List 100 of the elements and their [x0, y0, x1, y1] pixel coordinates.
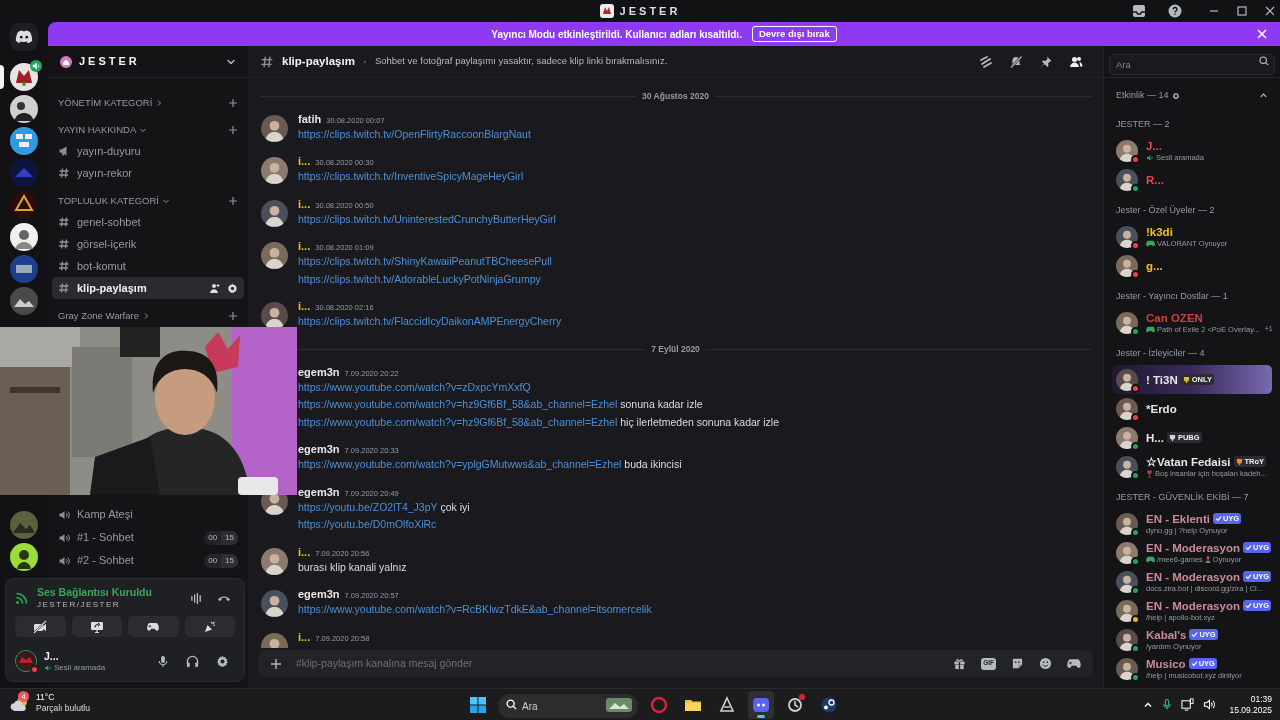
members-icon[interactable] — [1069, 54, 1083, 69]
speaker-icon — [1146, 153, 1154, 162]
server-icon[interactable] — [10, 191, 38, 219]
category-label[interactable]: YÖNETİM KATEGORİ — [58, 95, 153, 111]
author-name[interactable]: egem3n — [298, 586, 340, 603]
network-icon[interactable] — [1181, 698, 1195, 711]
voice-channel[interactable]: Kamp Ateşi — [52, 503, 244, 526]
author-name[interactable]: egem3n — [298, 363, 340, 380]
link[interactable]: https://clips.twitch.tv/OpenFlirtyRaccoonBlargNaut — [298, 125, 531, 144]
microphone-icon[interactable] — [1162, 698, 1173, 711]
server-icon[interactable] — [10, 543, 38, 571]
section-header: JESTER — 2 — [1115, 118, 1171, 131]
plus-icon[interactable] — [228, 196, 238, 206]
member-name: Musico — [1146, 656, 1186, 671]
link[interactable]: https://clips.twitch.tv/UninterestedCrunchyButterHeyGirl — [298, 210, 556, 229]
author-name[interactable]: fatih — [298, 110, 322, 128]
screen-share-button[interactable] — [71, 616, 122, 637]
soundboard-icon[interactable] — [190, 591, 203, 605]
close-icon[interactable] — [1264, 5, 1276, 17]
start-icon[interactable] — [469, 695, 487, 714]
settings-icon[interactable] — [227, 282, 238, 294]
activity-icon — [202, 619, 217, 634]
gift-icon[interactable] — [953, 657, 967, 670]
count-label: 15 — [221, 553, 238, 568]
add-member-icon[interactable] — [209, 282, 220, 294]
category-label[interactable]: Gray Zone Warfare — [58, 308, 139, 324]
server-icon[interactable] — [10, 255, 38, 283]
link[interactable]: https://clips.twitch.tv/FlaccidIcyDaikonAMPEnergyCherry — [298, 313, 562, 331]
link[interactable]: https://www.youtube.com/watch?v=hz9Gf6Bf_58&ab_channel=Ezhel — [298, 396, 618, 414]
plus-icon[interactable] — [228, 98, 238, 108]
author-name[interactable]: i... — [298, 298, 311, 315]
plus-icon[interactable] — [228, 311, 238, 321]
author-name[interactable]: i... — [298, 195, 311, 213]
server-icon[interactable] — [10, 287, 38, 315]
link[interactable]: https://www.youtube.com/watch?v=zDxpcYmXxfQ — [298, 378, 531, 396]
author-name[interactable]: egem3n — [298, 483, 340, 500]
count-label: 15 — [221, 530, 238, 545]
author-name[interactable]: i... — [298, 238, 311, 255]
chevron-up-icon[interactable] — [1259, 91, 1268, 100]
link[interactable]: https://www.youtube.com/watch?v=RcBKlwzTdkE&ab_channel=itsomercelik — [298, 601, 652, 619]
author-name[interactable]: i... — [298, 153, 311, 170]
member-row[interactable]: g... — [1112, 251, 1272, 280]
channel-item[interactable]: genel-sohbet — [52, 211, 244, 233]
channel-item[interactable]: bot-komut — [52, 255, 244, 277]
author-name[interactable]: egem3n — [298, 441, 340, 458]
activity-button[interactable] — [184, 616, 235, 637]
help-icon[interactable] — [1168, 4, 1182, 18]
server-icon[interactable] — [10, 223, 38, 251]
member-row[interactable]: *Erdo — [1112, 394, 1272, 423]
category-label[interactable]: TOPLULUK KATEGORİ — [58, 193, 159, 209]
channel-item[interactable]: yayın-duyuru — [52, 140, 244, 162]
author-name[interactable]: i... — [298, 628, 311, 645]
server-icon[interactable] — [10, 95, 38, 123]
plus-icon[interactable] — [228, 125, 238, 135]
volume-icon[interactable] — [1203, 698, 1217, 711]
mute-bell-icon[interactable] — [1009, 54, 1023, 69]
disable-button[interactable]: Devre dışı bırak — [751, 26, 837, 42]
taskbar-app[interactable] — [748, 690, 774, 719]
server-icon[interactable] — [10, 127, 38, 155]
link[interactable]: https://clips.twitch.tv/AdorableLuckyPotNinjaGrumpy — [298, 270, 541, 289]
channel-item[interactable]: görsel-içerik — [52, 233, 244, 255]
voice-location[interactable]: JESTER/JESTER — [37, 599, 182, 610]
settings-icon[interactable] — [216, 654, 229, 668]
link[interactable]: https://youtu.be/ZO2lT4_J3pY — [298, 498, 438, 516]
username[interactable]: J... — [44, 649, 150, 663]
sticker-icon[interactable] — [1011, 657, 1024, 670]
headphones-icon[interactable] — [186, 654, 199, 668]
link[interactable]: https://clips.twitch.tv/InventiveSpicyMageHeyGirl — [298, 168, 524, 186]
link[interactable]: https://www.youtube.com/watch?v=yplgGMutwws&ab_channel=Ezhel — [298, 456, 622, 474]
pin-icon[interactable] — [1039, 54, 1053, 69]
link[interactable]: https://clips.twitch.tv/ShinyKawaiiPeanutTBCheesePull — [298, 253, 552, 271]
maximize-icon[interactable] — [1236, 5, 1248, 17]
avatar — [16, 651, 36, 671]
inbox-icon[interactable] — [1132, 4, 1146, 18]
channel-item[interactable]: klip-paylaşım — [52, 277, 244, 299]
avatar — [1116, 397, 1138, 420]
connection-status[interactable]: Ses Bağlantısı Kuruldu — [37, 586, 182, 599]
link[interactable]: https://www.youtube.com/watch?v=hz9Gf6Bf_58&ab_channel=Ezhel — [298, 413, 618, 431]
camera-off-button[interactable] — [15, 616, 66, 637]
gamepad-icon[interactable] — [1067, 657, 1081, 670]
settings-icon[interactable] — [1171, 91, 1180, 100]
voice-channel[interactable]: #1 - Sohbet 00 15 — [52, 526, 244, 549]
clock[interactable]: 01:39 15.09.2025 — [1229, 693, 1272, 716]
message-input[interactable]: #klip-paylaşım kanalına mesaj gönder — [296, 655, 940, 672]
threads-icon[interactable] — [979, 54, 993, 69]
server-icon[interactable] — [10, 63, 38, 91]
gamepad-button[interactable] — [128, 616, 179, 637]
search-field[interactable]: Ara — [1109, 54, 1275, 75]
link[interactable]: https://youtu.be/D0mOlfoXiRc — [298, 516, 437, 534]
home-button[interactable] — [10, 23, 38, 51]
server-name[interactable]: JESTER — [79, 53, 219, 70]
voice-channel[interactable]: #2 - Sohbet 00 15 — [52, 549, 244, 572]
gamepad-icon — [1146, 326, 1155, 333]
microphone-icon[interactable] — [157, 654, 169, 668]
emoji-icon[interactable] — [1039, 657, 1052, 670]
author-name[interactable]: i... — [298, 543, 311, 560]
plus-icon[interactable] — [270, 657, 282, 670]
category-label[interactable]: YAYIN HAKKINDA — [58, 122, 137, 138]
channel-item[interactable]: yayın-rekor — [52, 162, 244, 184]
member-row[interactable]: R... — [1112, 165, 1272, 194]
